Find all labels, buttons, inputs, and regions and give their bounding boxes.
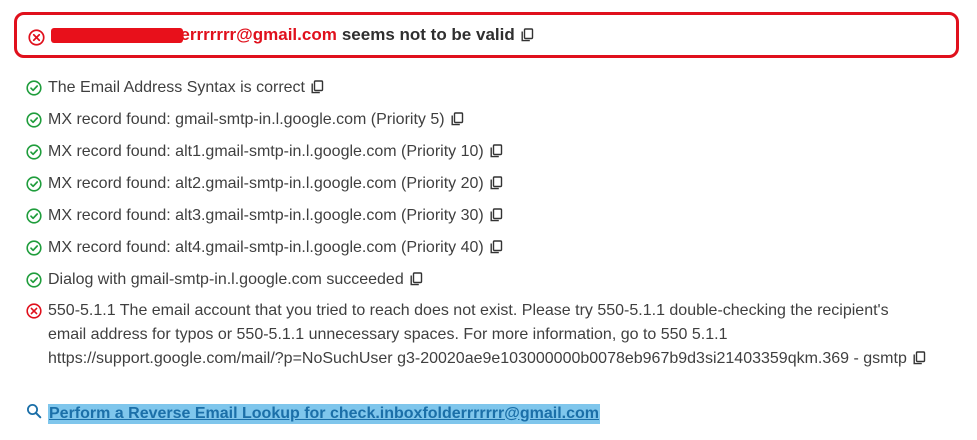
copy-icon[interactable]	[490, 206, 503, 230]
check-row: MX record found: alt2.gmail-smtp-in.l.go…	[26, 172, 503, 198]
check-text: MX record found: alt3.gmail-smtp-in.l.go…	[48, 204, 503, 230]
result-email: check.inboxfolderrrrrrr@gmail.com	[51, 25, 337, 45]
check-row: 550-5.1.1 The email account that you tri…	[26, 299, 926, 373]
check-text: The Email Address Syntax is correct	[48, 76, 324, 102]
check-text: 550-5.1.1 The email account that you tri…	[48, 299, 926, 373]
x-circle-icon	[28, 25, 45, 46]
copy-icon[interactable]	[913, 349, 926, 373]
result-verdict: seems not to be valid	[341, 25, 515, 44]
copy-icon[interactable]	[521, 28, 534, 42]
check-circle-icon	[26, 268, 42, 288]
check-message: MX record found: alt2.gmail-smtp-in.l.go…	[48, 175, 484, 192]
check-message: Dialog with gmail-smtp-in.l.google.com s…	[48, 271, 404, 288]
copy-icon[interactable]	[410, 270, 423, 294]
check-row: Dialog with gmail-smtp-in.l.google.com s…	[26, 268, 423, 294]
check-text: MX record found: alt4.gmail-smtp-in.l.go…	[48, 236, 503, 262]
check-text: MX record found: alt2.gmail-smtp-in.l.go…	[48, 172, 503, 198]
check-circle-icon	[26, 108, 42, 128]
check-circle-icon	[26, 172, 42, 192]
check-text: Dialog with gmail-smtp-in.l.google.com s…	[48, 268, 423, 294]
check-message: MX record found: alt3.gmail-smtp-in.l.go…	[48, 207, 484, 224]
copy-icon[interactable]	[311, 78, 324, 102]
reverse-lookup[interactable]: Perform a Reverse Email Lookup for check…	[26, 403, 600, 424]
redaction-mark	[51, 28, 183, 43]
copy-icon[interactable]	[490, 174, 503, 198]
validation-result-box: check.inboxfolderrrrrrr@gmail.com seems …	[14, 12, 959, 58]
reverse-lookup-link[interactable]: Perform a Reverse Email Lookup for check…	[48, 403, 600, 424]
copy-icon[interactable]	[490, 238, 503, 262]
check-message: MX record found: alt4.gmail-smtp-in.l.go…	[48, 239, 484, 256]
copy-icon[interactable]	[490, 142, 503, 166]
check-circle-icon	[26, 76, 42, 96]
check-circle-icon	[26, 204, 42, 224]
check-row: MX record found: alt1.gmail-smtp-in.l.go…	[26, 140, 503, 166]
check-message: The Email Address Syntax is correct	[48, 79, 305, 96]
check-message: MX record found: gmail-smtp-in.l.google.…	[48, 111, 445, 128]
check-row: The Email Address Syntax is correct	[26, 76, 324, 102]
check-row: MX record found: gmail-smtp-in.l.google.…	[26, 108, 464, 134]
search-icon	[26, 403, 42, 424]
x-circle-icon	[26, 299, 42, 319]
check-circle-icon	[26, 140, 42, 160]
check-message: MX record found: alt1.gmail-smtp-in.l.go…	[48, 143, 484, 160]
check-circle-icon	[26, 236, 42, 256]
check-text: MX record found: gmail-smtp-in.l.google.…	[48, 108, 464, 134]
check-text: MX record found: alt1.gmail-smtp-in.l.go…	[48, 140, 503, 166]
check-row: MX record found: alt3.gmail-smtp-in.l.go…	[26, 204, 503, 230]
check-row: MX record found: alt4.gmail-smtp-in.l.go…	[26, 236, 503, 262]
check-message: 550-5.1.1 The email account that you tri…	[48, 302, 907, 367]
copy-icon[interactable]	[451, 110, 464, 134]
